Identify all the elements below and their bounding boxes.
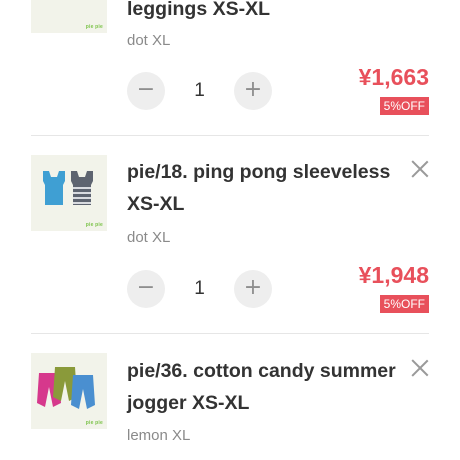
product-thumbnail[interactable]: pie pie — [31, 155, 107, 231]
product-title-line: pie/18. ping pong sleeveless — [127, 161, 391, 183]
product-price: ¥1,948 — [358, 262, 429, 288]
plus-icon: + — [243, 77, 263, 102]
product-title-line: jogger XS-XL — [127, 392, 250, 414]
minus-icon: − — [136, 275, 156, 300]
sleeveless-product-image — [31, 155, 107, 231]
increase-quantity-button[interactable]: + — [234, 270, 272, 308]
brand-mark: pie pie — [85, 222, 103, 228]
product-title-line: pie/36. cotton candy summer — [127, 360, 396, 382]
remove-item-close-icon[interactable] — [409, 158, 431, 180]
product-variant: dot XL — [127, 32, 171, 49]
minus-icon: − — [136, 77, 156, 102]
decrease-quantity-button[interactable]: − — [127, 72, 165, 110]
remove-item-close-icon[interactable] — [409, 357, 431, 379]
quantity-value: 1 — [194, 80, 205, 101]
product-price: ¥1,663 — [358, 64, 429, 90]
product-title-line: XS-XL — [127, 193, 185, 215]
product-thumbnail[interactable]: pie pie — [31, 353, 107, 429]
increase-quantity-button[interactable]: + — [234, 72, 272, 110]
quantity-value: 1 — [194, 278, 205, 299]
brand-mark: pie pie — [85, 420, 103, 426]
divider — [31, 333, 429, 334]
jogger-product-image — [31, 353, 107, 429]
product-title[interactable]: pie/36. cotton candy summer jogger XS-XL — [127, 355, 397, 419]
brand-mark: pie pie — [85, 24, 103, 30]
decrease-quantity-button[interactable]: − — [127, 270, 165, 308]
product-title[interactable]: leggings XS-XL — [127, 0, 397, 25]
product-title[interactable]: pie/18. ping pong sleeveless XS-XL — [127, 156, 397, 220]
divider — [31, 135, 429, 136]
product-thumbnail[interactable]: pie pie — [31, 0, 107, 33]
product-variant: dot XL — [127, 229, 171, 246]
product-title-line: leggings XS-XL — [127, 0, 271, 20]
plus-icon: + — [243, 275, 263, 300]
discount-badge: 5%OFF — [379, 295, 429, 313]
cart-list: pie pie leggings XS-XL dot XL − 1 + ¥1,6… — [0, 0, 460, 460]
product-variant: lemon XL — [127, 427, 191, 444]
discount-badge: 5%OFF — [379, 97, 429, 115]
